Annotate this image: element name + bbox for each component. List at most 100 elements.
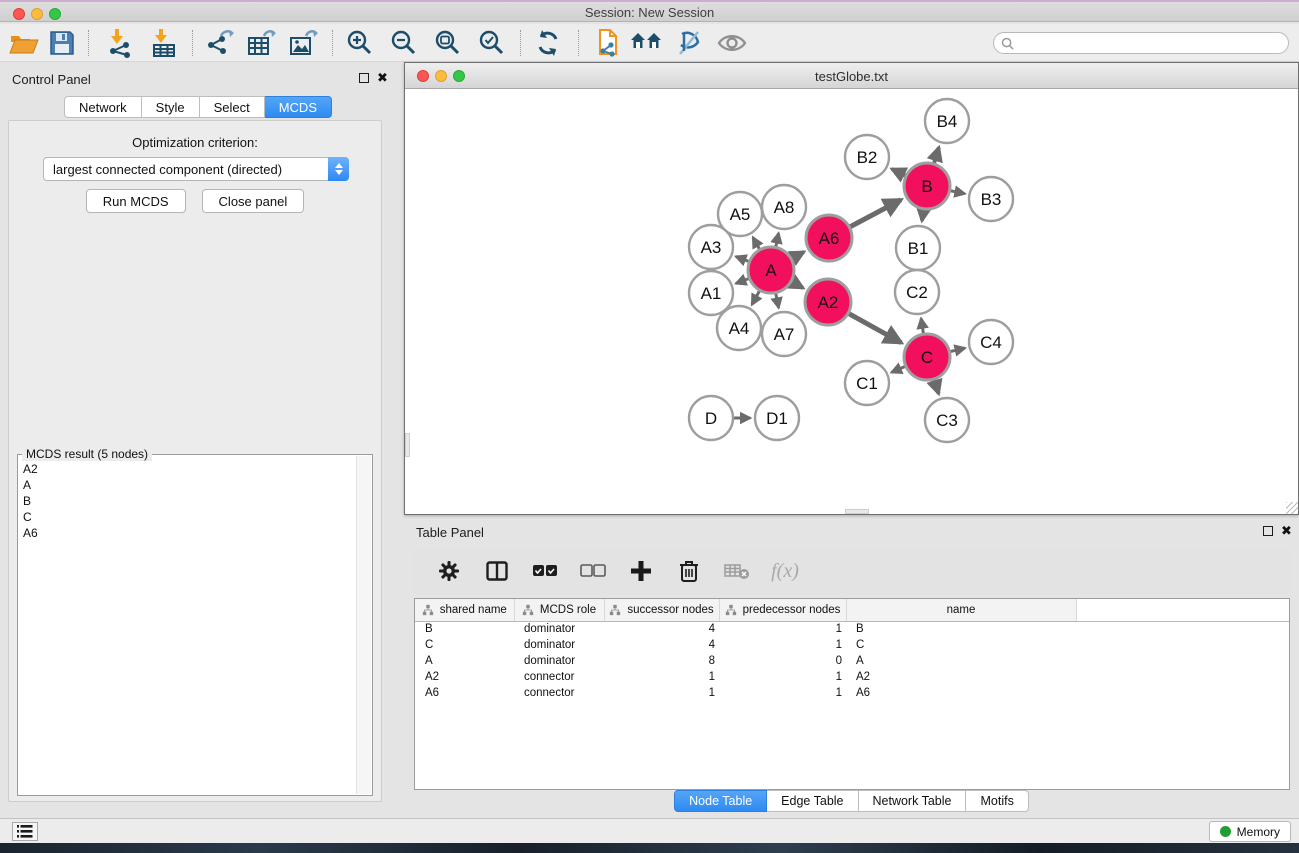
- table-cell[interactable]: C: [415, 637, 514, 653]
- open-file-icon[interactable]: [6, 27, 42, 59]
- show-columns-icon[interactable]: [480, 554, 514, 588]
- table-cell[interactable]: B: [846, 621, 1076, 637]
- edge-A-A2[interactable]: [792, 282, 803, 288]
- table-cell[interactable]: dominator: [514, 637, 604, 653]
- edge-C-C3[interactable]: [934, 380, 938, 394]
- table-cell[interactable]: 1: [719, 637, 846, 653]
- column-header-successor-nodes[interactable]: successor nodes: [604, 599, 719, 621]
- edge-A6-B[interactable]: [850, 200, 901, 227]
- table-row[interactable]: A2connector11A2: [415, 669, 1290, 685]
- memory-button[interactable]: Memory: [1209, 821, 1291, 842]
- tab-style[interactable]: Style: [142, 96, 200, 118]
- edge-C-C4[interactable]: [950, 348, 965, 351]
- run-mcds-button[interactable]: Run MCDS: [86, 189, 186, 213]
- graph-node-A4[interactable]: A4: [717, 306, 761, 350]
- edge-C-C1[interactable]: [891, 367, 904, 373]
- table-cell[interactable]: B: [415, 621, 514, 637]
- result-scrollbar[interactable]: [356, 456, 371, 794]
- table-row[interactable]: Bdominator41B: [415, 621, 1290, 637]
- table-cell[interactable]: dominator: [514, 653, 604, 669]
- table-cell[interactable]: connector: [514, 669, 604, 685]
- graph-node-A1[interactable]: A1: [689, 271, 733, 315]
- graph-node-B3[interactable]: B3: [969, 177, 1013, 221]
- graph-node-C2[interactable]: C2: [895, 270, 939, 314]
- deselect-all-icon[interactable]: [576, 554, 610, 588]
- table-cell[interactable]: C: [846, 637, 1076, 653]
- table-cell[interactable]: 4: [604, 621, 719, 637]
- graph-node-A3[interactable]: A3: [689, 225, 733, 269]
- table-cell[interactable]: A: [415, 653, 514, 669]
- graph-node-B1[interactable]: B1: [896, 226, 940, 270]
- edge-A2-C[interactable]: [849, 314, 901, 343]
- edge-A-A5[interactable]: [753, 237, 759, 249]
- edge-A-A1[interactable]: [736, 279, 749, 284]
- table-row[interactable]: Cdominator41C: [415, 637, 1290, 653]
- graph-node-C[interactable]: C: [904, 334, 950, 380]
- edge-A-A7[interactable]: [776, 294, 779, 308]
- home-view-icon[interactable]: [628, 27, 664, 59]
- column-header-name[interactable]: name: [846, 599, 1076, 621]
- export-image-icon[interactable]: [286, 27, 322, 59]
- table-cell[interactable]: 1: [719, 621, 846, 637]
- network-graph[interactable]: B4B2BB3A8A5A6A3B1AA1C2A2A4A7C4CC1DD1C3: [405, 89, 1298, 514]
- table-float-icon[interactable]: [1263, 526, 1273, 536]
- edge-B-B3[interactable]: [951, 191, 965, 194]
- save-session-icon[interactable]: [44, 27, 80, 59]
- graph-node-A8[interactable]: A8: [762, 185, 806, 229]
- close-panel-button[interactable]: Close panel: [202, 189, 305, 213]
- graph-node-B4[interactable]: B4: [925, 99, 969, 143]
- search-input[interactable]: [1018, 34, 1288, 52]
- zoom-selected-icon[interactable]: [474, 27, 510, 59]
- float-panel-icon[interactable]: [359, 73, 369, 83]
- column-header-predecessor-nodes[interactable]: predecessor nodes: [719, 599, 846, 621]
- result-item[interactable]: A2: [19, 461, 356, 477]
- tab-network[interactable]: Network: [64, 96, 142, 118]
- result-item[interactable]: A6: [19, 525, 356, 541]
- edge-A-A8[interactable]: [776, 233, 779, 246]
- graph-node-C4[interactable]: C4: [969, 320, 1013, 364]
- select-all-icon[interactable]: [528, 554, 562, 588]
- graph-node-A2[interactable]: A2: [805, 279, 851, 325]
- function-builder-icon[interactable]: f(x): [768, 554, 802, 588]
- graph-node-A7[interactable]: A7: [762, 312, 806, 356]
- task-history-button[interactable]: [12, 822, 38, 841]
- node-table[interactable]: shared nameMCDS rolesuccessor nodesprede…: [414, 598, 1290, 790]
- left-pane-grip[interactable]: [405, 433, 410, 457]
- table-tab-network-table[interactable]: Network Table: [859, 790, 967, 812]
- table-cell[interactable]: A: [846, 653, 1076, 669]
- column-header-mcds-role[interactable]: MCDS role: [514, 599, 604, 621]
- graph-node-D1[interactable]: D1: [755, 396, 799, 440]
- zoom-fit-icon[interactable]: [430, 27, 466, 59]
- delete-column-trash-icon[interactable]: [672, 554, 706, 588]
- table-cell[interactable]: A2: [415, 669, 514, 685]
- optimization-criterion-select[interactable]: largest connected component (directed): [43, 157, 349, 181]
- tab-select[interactable]: Select: [200, 96, 265, 118]
- edge-A-A4[interactable]: [752, 291, 760, 305]
- graph-node-D[interactable]: D: [689, 396, 733, 440]
- graph-node-A[interactable]: A: [748, 247, 794, 293]
- window-resize-grip[interactable]: [1286, 502, 1298, 514]
- table-row[interactable]: Adominator80A: [415, 653, 1290, 669]
- import-network-icon[interactable]: [102, 27, 138, 59]
- result-item[interactable]: A: [19, 477, 356, 493]
- graph-node-C3[interactable]: C3: [925, 398, 969, 442]
- delete-table-icon[interactable]: [720, 554, 754, 588]
- edge-B-B4[interactable]: [934, 147, 939, 163]
- hide-panel-icon[interactable]: [670, 27, 706, 59]
- graph-node-B2[interactable]: B2: [845, 135, 889, 179]
- table-cell[interactable]: A2: [846, 669, 1076, 685]
- result-item[interactable]: C: [19, 509, 356, 525]
- export-table-icon[interactable]: [244, 27, 280, 59]
- graph-node-A6[interactable]: A6: [806, 215, 852, 261]
- table-tab-edge-table[interactable]: Edge Table: [767, 790, 858, 812]
- graph-node-C1[interactable]: C1: [845, 361, 889, 405]
- network-window-titlebar[interactable]: testGlobe.txt: [405, 63, 1298, 89]
- show-eye-icon[interactable]: [714, 27, 750, 59]
- table-cell[interactable]: dominator: [514, 621, 604, 637]
- table-cell[interactable]: 1: [719, 685, 846, 701]
- table-cell[interactable]: 1: [604, 685, 719, 701]
- table-cell[interactable]: 0: [719, 653, 846, 669]
- edge-A-A6[interactable]: [792, 252, 804, 259]
- zoom-in-icon[interactable]: [342, 27, 378, 59]
- edge-B-B2[interactable]: [892, 169, 906, 176]
